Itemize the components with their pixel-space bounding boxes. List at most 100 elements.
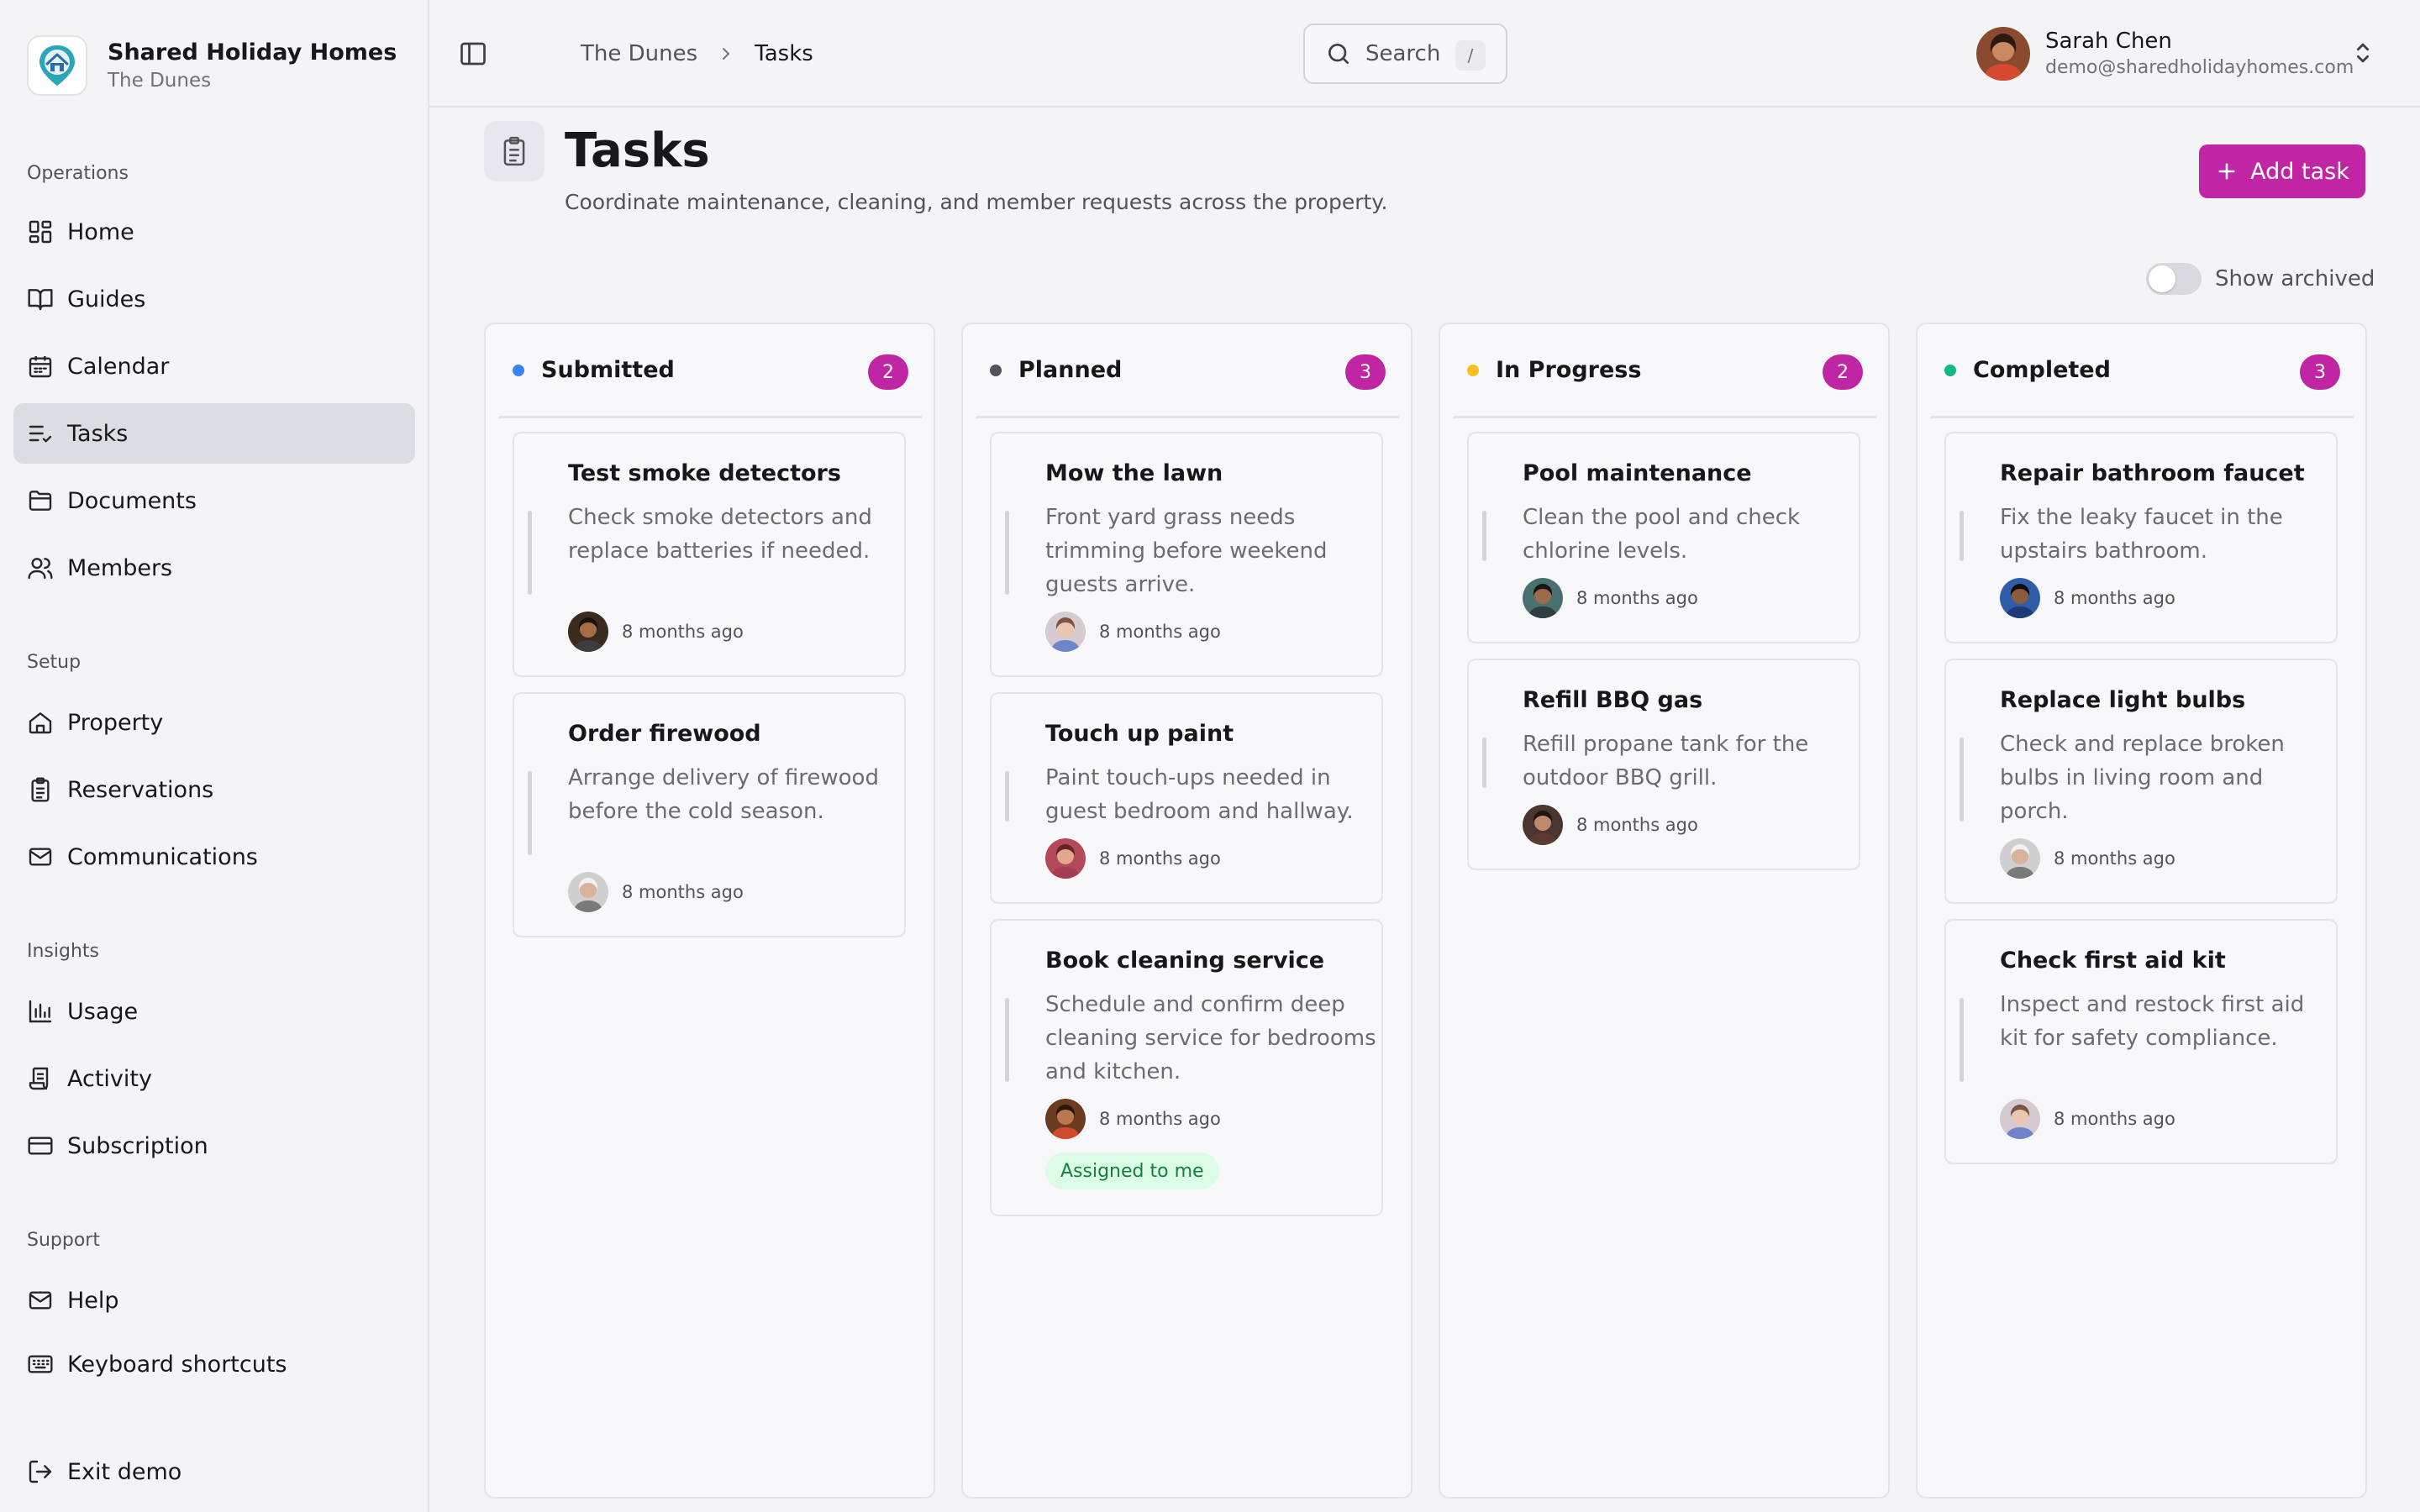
sidebar-item-label: Property xyxy=(67,709,164,736)
sidebar-item-documents[interactable]: Documents xyxy=(13,470,415,531)
avatar xyxy=(1045,838,1086,879)
add-task-label: Add task xyxy=(2250,158,2349,185)
sidebar-item-tasks[interactable]: Tasks xyxy=(13,403,415,464)
calendar-icon xyxy=(29,356,52,378)
task-card[interactable]: Order firewood Arrange delivery of firewo… xyxy=(513,692,906,937)
show-archived-toggle[interactable] xyxy=(2146,263,2202,295)
list-check-icon xyxy=(29,425,52,443)
task-card[interactable]: Check first aid kit Inspect and restock f… xyxy=(1944,919,2338,1164)
column-title: In Progress xyxy=(1496,357,1642,383)
card-accent-bar xyxy=(1960,511,1964,561)
sidebar-item-label: Usage xyxy=(67,998,139,1025)
status-dot xyxy=(1467,364,1479,376)
add-task-button[interactable]: Add task xyxy=(2199,144,2365,198)
sidebar: Shared Holiday Homes The Dunes Operation… xyxy=(0,0,429,1512)
search-label: Search xyxy=(1365,41,1441,66)
sidebar-item-label: Members xyxy=(67,554,173,581)
sidebar-item-members[interactable]: Members xyxy=(13,538,415,598)
search-icon xyxy=(1328,44,1349,64)
column-header: Completed 3 xyxy=(1931,324,2354,418)
card-accent-bar xyxy=(1005,771,1009,822)
avatar xyxy=(1976,27,2030,81)
exit-demo-label: Exit demo xyxy=(67,1458,182,1485)
card-accent-bar xyxy=(528,771,532,855)
card-accent-bar xyxy=(1482,511,1486,561)
card-accent-bar xyxy=(1960,738,1964,822)
task-title: Book cleaning service xyxy=(1045,948,1325,974)
sidebar-item-help[interactable]: Help xyxy=(13,1270,415,1331)
org-switcher[interactable]: Shared Holiday Homes The Dunes xyxy=(27,35,397,96)
task-description: Arrange delivery of firewood before the … xyxy=(568,765,879,824)
task-timestamp: 8 months ago xyxy=(622,882,744,902)
sidebar-item-property[interactable]: Property xyxy=(13,692,415,753)
task-card[interactable]: Test smoke detectors Check smoke detector… xyxy=(513,432,906,677)
column-title: Submitted xyxy=(541,357,675,383)
sidebar-item-label: Calendar xyxy=(67,353,170,380)
column-count-badge: 3 xyxy=(1345,354,1386,390)
home-icon xyxy=(29,712,52,734)
column-count-badge: 2 xyxy=(868,354,908,390)
section-label-support: Support xyxy=(27,1230,100,1251)
avatar xyxy=(2000,1099,2040,1139)
org-name: Shared Holiday Homes xyxy=(108,39,397,66)
sidebar-item-subscription[interactable]: Subscription xyxy=(13,1116,415,1176)
page-subtitle: Coordinate maintenance, cleaning, and me… xyxy=(565,190,1388,214)
chevron-up-down-icon[interactable] xyxy=(2349,39,2377,67)
column-header: Planned 3 xyxy=(976,324,1399,418)
exit-demo-button[interactable]: Exit demo xyxy=(13,1441,415,1502)
task-meta: 8 months ago xyxy=(568,612,744,652)
task-card[interactable]: Repair bathroom faucet Fix the leaky fauc… xyxy=(1944,432,2338,643)
task-meta: 8 months ago xyxy=(1523,578,1698,618)
sidebar-item-label: Keyboard shortcuts xyxy=(67,1351,287,1378)
sidebar-item-calendar[interactable]: Calendar xyxy=(13,336,415,396)
task-timestamp: 8 months ago xyxy=(1099,622,1221,642)
user-name: Sarah Chen xyxy=(2045,29,2172,54)
sidebar-item-keyboard-shortcuts[interactable]: Keyboard shortcuts xyxy=(13,1334,415,1394)
sidebar-item-usage[interactable]: Usage xyxy=(13,981,415,1042)
section-label-insights: Insights xyxy=(27,941,100,962)
task-title: Refill BBQ gas xyxy=(1523,687,1703,713)
column-title: Completed xyxy=(1973,357,2111,383)
sidebar-item-guides[interactable]: Guides xyxy=(13,269,415,329)
status-dot xyxy=(1944,364,1956,376)
task-card[interactable]: Replace light bulbs Check and replace bro… xyxy=(1944,659,2338,904)
avatar xyxy=(2000,838,2040,879)
task-card[interactable]: Book cleaning service Schedule and confir… xyxy=(990,919,1383,1216)
task-card[interactable]: Touch up paint Paint touch-ups needed in … xyxy=(990,692,1383,904)
task-title: Touch up paint xyxy=(1045,721,1234,747)
card-accent-bar xyxy=(1005,998,1009,1082)
task-card[interactable]: Mow the lawn Front yard grass needs trimm… xyxy=(990,432,1383,677)
card-accent-bar xyxy=(1960,998,1964,1082)
sidebar-toggle-icon[interactable] xyxy=(458,39,488,69)
task-card[interactable]: Pool maintenance Clean the pool and check… xyxy=(1467,432,1860,643)
bar-chart-icon xyxy=(29,1000,52,1023)
card-accent-bar xyxy=(528,511,532,595)
sidebar-item-activity[interactable]: Activity xyxy=(13,1048,415,1109)
sidebar-item-reservations[interactable]: Reservations xyxy=(13,759,415,820)
breadcrumb: The Dunes Tasks xyxy=(581,39,813,69)
task-title: Check first aid kit xyxy=(2000,948,2226,974)
breadcrumb-parent[interactable]: The Dunes xyxy=(581,41,697,66)
task-card[interactable]: Refill BBQ gas Refill propane tank for th… xyxy=(1467,659,1860,870)
task-description: Front yard grass needs trimming before w… xyxy=(1045,505,1328,597)
task-description: Check and replace broken bulbs in living… xyxy=(2000,732,2285,824)
assigned-badge: Assigned to me xyxy=(1045,1152,1219,1189)
sidebar-item-communications[interactable]: Communications xyxy=(13,827,415,887)
user-menu[interactable]: Sarah Chen demo@sharedholidayhomes.com xyxy=(1976,24,2354,84)
show-archived-label: Show archived xyxy=(2215,266,2375,291)
section-label-setup: Setup xyxy=(27,652,82,673)
search-button[interactable]: Search / xyxy=(1303,24,1507,84)
board-column-in-progress: In Progress 2 Pool maintenance Clean the po… xyxy=(1439,323,1890,1499)
avatar xyxy=(1045,612,1086,652)
task-description: Refill propane tank for the outdoor BBQ … xyxy=(1523,732,1809,790)
task-description: Fix the leaky faucet in the upstairs bat… xyxy=(2000,505,2283,564)
show-archived-control: Show archived xyxy=(2146,262,2375,296)
sidebar-item-label: Help xyxy=(67,1287,119,1314)
sidebar-item-label: Home xyxy=(67,218,134,245)
grid-icon xyxy=(29,220,52,244)
breadcrumb-current: Tasks xyxy=(755,41,813,66)
avatar xyxy=(1523,805,1563,845)
sidebar-item-home[interactable]: Home xyxy=(13,202,415,262)
avatar xyxy=(1523,578,1563,618)
toggle-knob xyxy=(2149,265,2175,292)
